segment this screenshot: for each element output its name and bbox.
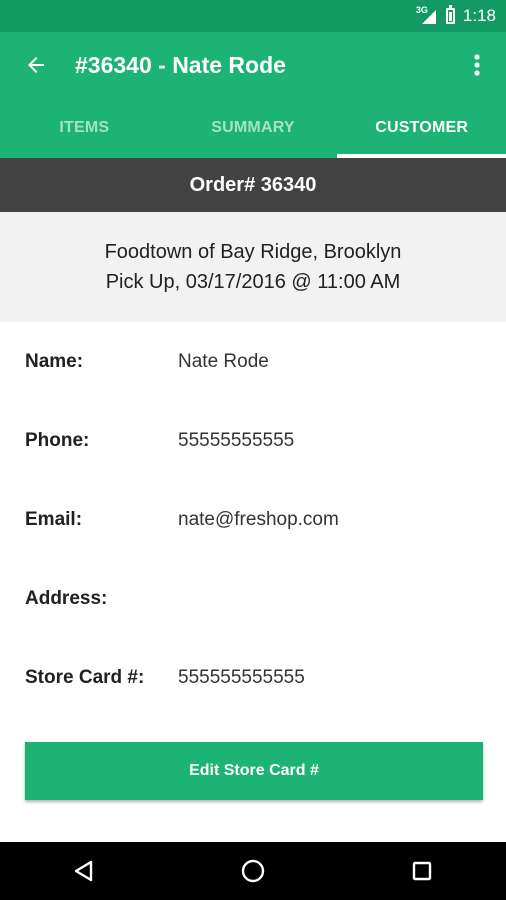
- email-value: nate@freshop.com: [178, 509, 339, 530]
- more-vert-icon: [474, 54, 480, 76]
- store-name: Foodtown of Bay Ridge, Brooklyn: [104, 241, 402, 263]
- circle-home-icon: [241, 859, 265, 883]
- nav-home-button[interactable]: [223, 842, 283, 900]
- tab-items[interactable]: ITEMS: [0, 98, 169, 158]
- customer-address-row: Address:: [25, 584, 485, 614]
- customer-phone-row: Phone: 55555555555: [25, 426, 485, 456]
- more-options-button[interactable]: [462, 47, 492, 83]
- nav-recents-button[interactable]: [392, 842, 452, 900]
- status-time: 1:18: [462, 6, 496, 25]
- store-card-label: Store Card #:: [25, 667, 145, 688]
- edit-store-card-button[interactable]: Edit Store Card #: [25, 742, 483, 800]
- status-bar: 3G 1:18: [0, 0, 506, 32]
- name-label: Name:: [25, 351, 84, 372]
- battery-icon: [445, 5, 455, 24]
- network-type: 3G: [415, 5, 428, 15]
- nav-back-button[interactable]: [54, 842, 114, 900]
- name-value: Nate Rode: [178, 351, 269, 372]
- status-icons: 3G 1:18: [416, 0, 496, 32]
- square-recents-icon: [412, 861, 431, 881]
- pickup-time: Pick Up, 03/17/2016 @ 11:00 AM: [105, 271, 401, 293]
- phone-value: 55555555555: [178, 430, 295, 451]
- order-header: Order# 36340: [0, 158, 506, 212]
- address-label: Address:: [25, 588, 108, 609]
- page-title: #36340 - Nate Rode: [75, 52, 286, 78]
- toolbar: #36340 - Nate Rode: [0, 32, 506, 98]
- tab-summary[interactable]: SUMMARY: [169, 98, 338, 158]
- phone-label: Phone:: [25, 430, 90, 451]
- triangle-back-icon: [75, 860, 93, 882]
- signal-icon: 3G: [415, 5, 438, 25]
- tab-customer[interactable]: CUSTOMER: [337, 98, 506, 158]
- customer-name-row: Name: Nate Rode: [25, 347, 485, 377]
- arrow-left-icon: [28, 57, 44, 73]
- email-label: Email:: [25, 509, 83, 530]
- store-info: Foodtown of Bay Ridge, Brooklyn Pick Up,…: [0, 212, 506, 322]
- navigation-bar: [0, 842, 506, 900]
- customer-store-card-row: Store Card #: 555555555555: [25, 663, 485, 693]
- tab-bar: ITEMS SUMMARY CUSTOMER: [0, 98, 506, 158]
- app-bar: #36340 - Nate Rode ITEMS SUMMARY CUSTOME…: [0, 32, 506, 158]
- store-card-value: 555555555555: [178, 667, 305, 688]
- customer-email-row: Email: nate@freshop.com: [25, 505, 485, 535]
- back-button[interactable]: [18, 47, 54, 83]
